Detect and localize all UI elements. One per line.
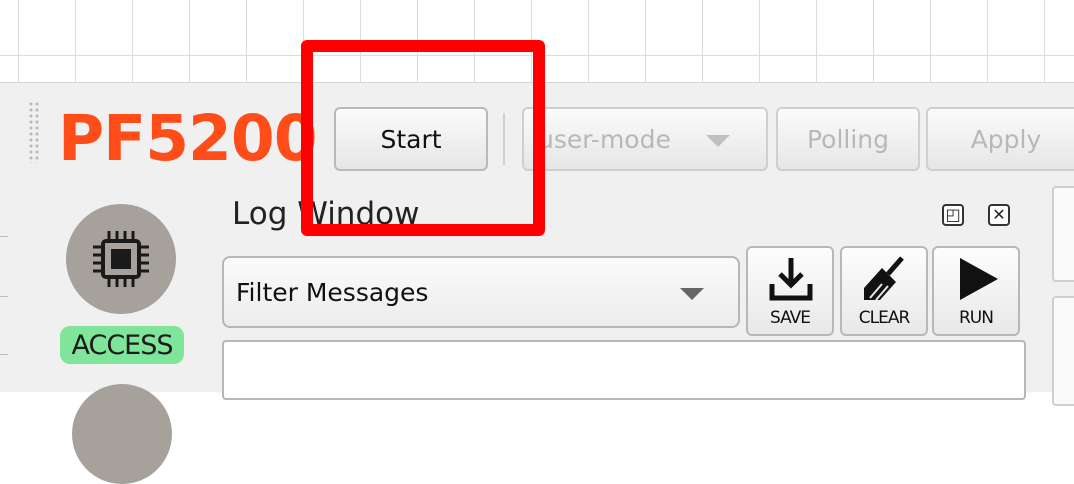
highlight-annotation-box bbox=[301, 40, 545, 236]
log-output-area[interactable] bbox=[222, 340, 1026, 400]
play-icon bbox=[960, 258, 998, 300]
app-brand-title: PF5200 bbox=[58, 102, 318, 175]
mode-select-value: user-mode bbox=[538, 124, 671, 154]
run-button-label: RUN bbox=[959, 308, 994, 328]
clear-button-label: CLEAR bbox=[858, 308, 911, 328]
save-button[interactable]: SAVE bbox=[746, 246, 834, 336]
close-icon[interactable]: ✕ bbox=[988, 204, 1010, 226]
right-side-panel bbox=[1036, 178, 1074, 406]
filter-messages-combo[interactable]: Filter Messages bbox=[222, 256, 740, 328]
next-device-button[interactable] bbox=[72, 384, 172, 484]
toolbar-grip-handle[interactable] bbox=[28, 101, 40, 163]
chip-icon bbox=[93, 231, 149, 287]
ruler-tick bbox=[0, 236, 8, 237]
restore-window-icon[interactable]: ◰ bbox=[942, 204, 964, 226]
access-device-button[interactable] bbox=[66, 204, 176, 314]
right-pane-bottom bbox=[1052, 296, 1074, 406]
right-pane-top bbox=[1052, 186, 1074, 282]
broom-icon bbox=[864, 256, 904, 301]
chevron-down-icon bbox=[706, 135, 730, 147]
ruler-tick bbox=[0, 296, 8, 297]
device-sidebar: ACCESS bbox=[0, 178, 219, 484]
polling-button[interactable]: Polling bbox=[776, 107, 920, 171]
save-button-label: SAVE bbox=[769, 308, 811, 328]
chevron-down-icon bbox=[680, 288, 704, 300]
access-status-badge: ACCESS bbox=[60, 326, 184, 364]
save-download-icon bbox=[769, 258, 813, 301]
mode-select[interactable]: user-mode bbox=[522, 107, 768, 171]
run-button[interactable]: RUN bbox=[932, 246, 1020, 336]
ruler-tick bbox=[0, 354, 8, 355]
apply-button[interactable]: Apply bbox=[926, 107, 1074, 171]
clear-button[interactable]: CLEAR bbox=[840, 246, 928, 336]
filter-messages-value: Filter Messages bbox=[236, 277, 429, 307]
